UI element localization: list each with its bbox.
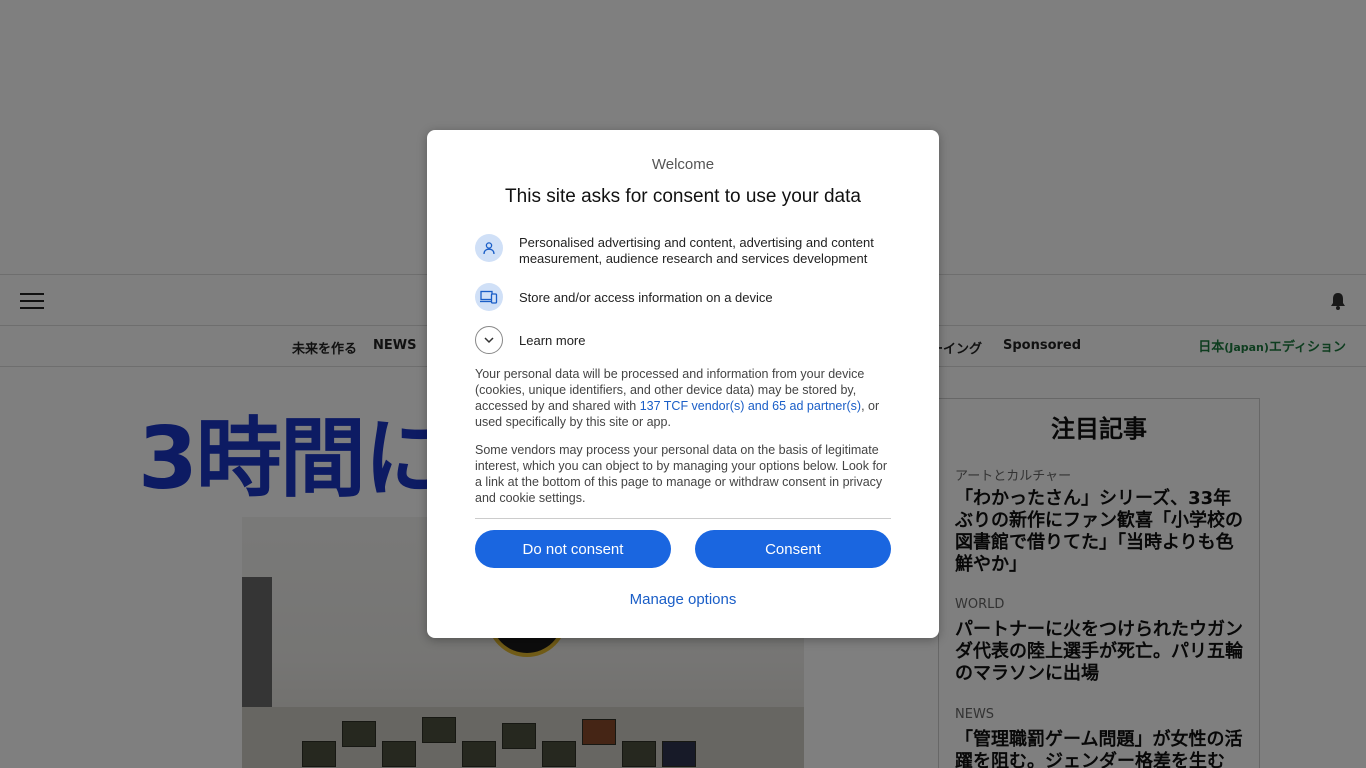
manage-options-link[interactable]: Manage options: [427, 591, 939, 608]
vendors-link[interactable]: 137 TCF vendor(s) and 65 ad partner(s): [640, 399, 861, 413]
consent-dialog: Welcome This site asks for consent to us…: [427, 130, 939, 638]
dialog-divider: [475, 518, 891, 519]
dialog-welcome: Welcome: [651, 156, 715, 173]
legitimate-interest-text: Some vendors may process your personal d…: [475, 443, 888, 505]
purpose-storage-label: Store and/or access information on a dev…: [519, 290, 773, 305]
consent-description: Your personal data will be processed and…: [475, 366, 893, 430]
chevron-down-icon[interactable]: [475, 326, 503, 354]
purpose-advertising-label: Personalised advertising and content, ad…: [519, 235, 874, 266]
dialog-title: This site asks for consent to use your d…: [505, 186, 861, 207]
do-not-consent-button[interactable]: Do not consent: [475, 530, 671, 568]
learn-more-label[interactable]: Learn more: [519, 333, 585, 349]
devices-icon: [475, 283, 503, 311]
consent-button[interactable]: Consent: [695, 530, 891, 568]
person-icon: [475, 234, 503, 262]
